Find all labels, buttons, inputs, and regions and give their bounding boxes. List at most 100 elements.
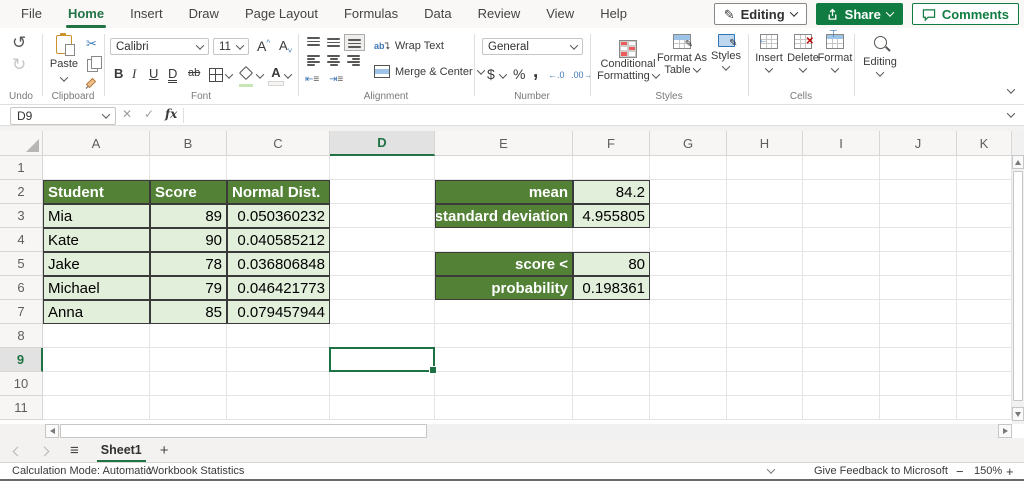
comments-button[interactable]: Comments xyxy=(912,3,1019,25)
status-bar-options-icon[interactable] xyxy=(767,465,775,473)
cell-H8[interactable] xyxy=(727,324,803,348)
cell-E9[interactable] xyxy=(435,348,573,372)
cell-B5[interactable]: 78 xyxy=(150,252,227,276)
grow-font-icon[interactable]: A^ xyxy=(257,39,270,53)
cell-D11[interactable] xyxy=(330,396,435,420)
cell-J11[interactable] xyxy=(880,396,957,420)
cell-G10[interactable] xyxy=(650,372,727,396)
vertical-scrollbar[interactable] xyxy=(1012,131,1024,424)
tab-page-layout[interactable]: Page Layout xyxy=(232,0,331,28)
cell-I4[interactable] xyxy=(803,228,880,252)
cell-I1[interactable] xyxy=(803,156,880,180)
row-header-5[interactable]: 5 xyxy=(0,252,43,276)
calculation-mode-status[interactable]: Calculation Mode: Automatic xyxy=(12,465,151,477)
cell-K1[interactable] xyxy=(957,156,1012,180)
previous-sheet-button[interactable] xyxy=(0,443,31,458)
cell-D3[interactable] xyxy=(330,204,435,228)
cell-E7[interactable] xyxy=(435,300,573,324)
sheet-list-menu-icon[interactable]: ≡ xyxy=(58,443,91,458)
cell-J3[interactable] xyxy=(880,204,957,228)
redo-icon[interactable]: ↻ xyxy=(12,55,26,75)
cell-B2[interactable]: Score xyxy=(150,180,227,204)
cell-H11[interactable] xyxy=(727,396,803,420)
cell-F4[interactable] xyxy=(573,228,650,252)
cancel-icon[interactable]: ✕ xyxy=(122,107,132,121)
select-all-corner[interactable] xyxy=(0,131,43,156)
column-header-H[interactable]: H xyxy=(727,131,803,156)
name-box[interactable]: D9 xyxy=(10,107,116,125)
column-header-F[interactable]: F xyxy=(573,131,650,156)
cell-D4[interactable] xyxy=(330,228,435,252)
conditional-formatting-button[interactable]: Conditional Formatting xyxy=(596,34,660,82)
font-size-select[interactable]: 11 xyxy=(213,38,249,55)
cell-F2[interactable]: 84.2 xyxy=(573,180,650,204)
zoom-in-button[interactable]: + xyxy=(1006,464,1014,479)
cell-F11[interactable] xyxy=(573,396,650,420)
cell-G3[interactable] xyxy=(650,204,727,228)
tab-formulas[interactable]: Formulas xyxy=(331,0,411,28)
cell-A2[interactable]: Student xyxy=(43,180,150,204)
cell-I9[interactable] xyxy=(803,348,880,372)
undo-icon[interactable]: ↺ xyxy=(12,33,26,53)
tab-review[interactable]: Review xyxy=(465,0,534,28)
cell-A5[interactable]: Jake xyxy=(43,252,150,276)
cell-D7[interactable] xyxy=(330,300,435,324)
cell-C9[interactable] xyxy=(227,348,330,372)
decrease-indent-icon[interactable]: ⇤≡ xyxy=(305,74,319,85)
cell-I6[interactable] xyxy=(803,276,880,300)
cell-F7[interactable] xyxy=(573,300,650,324)
tab-file[interactable]: File xyxy=(8,0,55,28)
cell-E4[interactable] xyxy=(435,228,573,252)
cell-H6[interactable] xyxy=(727,276,803,300)
cell-I2[interactable] xyxy=(803,180,880,204)
column-header-G[interactable]: G xyxy=(650,131,727,156)
selected-cell-outline[interactable] xyxy=(329,347,435,372)
column-header-J[interactable]: J xyxy=(880,131,957,156)
cell-K11[interactable] xyxy=(957,396,1012,420)
fill-handle[interactable] xyxy=(429,366,437,374)
cell-C2[interactable]: Normal Dist. xyxy=(227,180,330,204)
cell-J4[interactable] xyxy=(880,228,957,252)
increase-decimal-icon[interactable]: ←.0 xyxy=(548,70,565,80)
fx-insert-function-icon[interactable]: fx xyxy=(165,107,177,121)
cell-H7[interactable] xyxy=(727,300,803,324)
formula-input[interactable] xyxy=(190,108,994,123)
row-header-11[interactable]: 11 xyxy=(0,396,43,420)
tab-view[interactable]: View xyxy=(533,0,587,28)
cell-J1[interactable] xyxy=(880,156,957,180)
scroll-right-button[interactable] xyxy=(998,424,1012,438)
increase-indent-icon[interactable]: ⇥≡ xyxy=(329,74,343,85)
column-header-E[interactable]: E xyxy=(435,131,573,156)
cell-F10[interactable] xyxy=(573,372,650,396)
underline-button[interactable]: U xyxy=(149,67,158,80)
delete-cells-button[interactable]: ✕ Delete xyxy=(786,34,820,76)
cell-J10[interactable] xyxy=(880,372,957,396)
scroll-down-button[interactable] xyxy=(1012,407,1024,421)
cell-D10[interactable] xyxy=(330,372,435,396)
cell-B4[interactable]: 90 xyxy=(150,228,227,252)
next-sheet-button[interactable] xyxy=(31,443,58,458)
tab-home[interactable]: Home xyxy=(55,0,117,28)
column-header-C[interactable]: C xyxy=(227,131,330,156)
horizontal-scroll-thumb[interactable] xyxy=(60,424,427,438)
shrink-font-icon[interactable]: A˅ xyxy=(279,39,292,56)
currency-format-icon[interactable]: $ xyxy=(487,67,495,81)
editing-mode-button[interactable]: ✎ Editing xyxy=(714,3,807,25)
cell-I7[interactable] xyxy=(803,300,880,324)
cell-J9[interactable] xyxy=(880,348,957,372)
cell-I3[interactable] xyxy=(803,204,880,228)
cell-B1[interactable] xyxy=(150,156,227,180)
cell-C7[interactable]: 0.079457944 xyxy=(227,300,330,324)
cell-G8[interactable] xyxy=(650,324,727,348)
cell-E6[interactable]: probability xyxy=(435,276,573,300)
cell-K5[interactable] xyxy=(957,252,1012,276)
cell-J8[interactable] xyxy=(880,324,957,348)
workbook-statistics-button[interactable]: Workbook Statistics xyxy=(148,465,244,477)
chevron-down-icon[interactable] xyxy=(499,70,507,78)
format-cells-button[interactable]: ⊤ Format xyxy=(817,34,853,76)
column-header-K[interactable]: K xyxy=(957,131,1012,156)
format-painter-icon[interactable] xyxy=(84,76,98,90)
middle-align-icon[interactable] xyxy=(327,37,340,48)
cell-C8[interactable] xyxy=(227,324,330,348)
bold-button[interactable]: B xyxy=(114,67,123,80)
